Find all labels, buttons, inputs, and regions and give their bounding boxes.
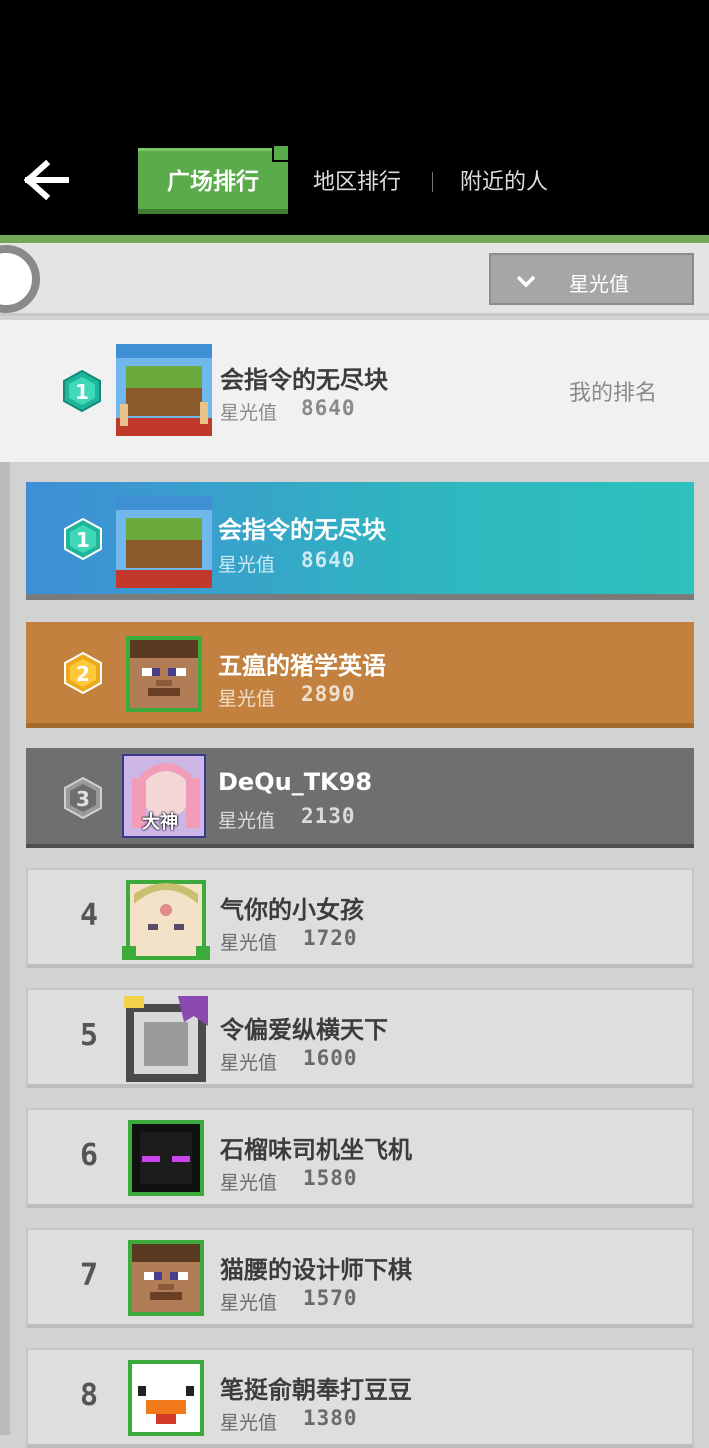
player-name: DeQu_TK98 bbox=[218, 768, 373, 796]
list-edge bbox=[0, 462, 10, 1435]
player-name: 五瘟的猪学英语 bbox=[218, 652, 386, 680]
avatar bbox=[116, 344, 212, 436]
avatar bbox=[128, 1120, 204, 1196]
avatar bbox=[128, 1240, 204, 1316]
my-rank-stat-label: 星光值 bbox=[220, 402, 278, 424]
stat-value: 8640 bbox=[301, 548, 356, 572]
my-rank-stat-value: 8640 bbox=[301, 396, 356, 420]
stat-value: 1570 bbox=[303, 1286, 358, 1310]
leaderboard-row-1[interactable]: 1 会指令的无尽块 星光值 8640 bbox=[26, 482, 694, 600]
rank-badge-3-icon: 3 bbox=[64, 776, 102, 820]
leaderboard-row-4[interactable]: 4 气你的小女孩 星光值 1720 bbox=[26, 868, 694, 968]
svg-text:1: 1 bbox=[75, 380, 89, 404]
tab-plaza-ranking[interactable]: 广场排行 bbox=[138, 144, 290, 214]
avatar bbox=[116, 496, 212, 588]
rank-number: 5 bbox=[80, 1018, 99, 1053]
avatar bbox=[128, 1360, 204, 1436]
stat-label: 星光值 bbox=[218, 688, 276, 710]
tab-nearby-people[interactable]: 附近的人 bbox=[460, 166, 548, 200]
stat-label: 星光值 bbox=[218, 554, 276, 576]
stat-label: 星光值 bbox=[220, 1412, 278, 1434]
back-arrow-icon[interactable] bbox=[24, 158, 70, 202]
avatar: 大神 bbox=[122, 754, 206, 838]
player-name: 石榴味司机坐飞机 bbox=[220, 1136, 412, 1164]
tab-label: 广场排行 bbox=[167, 168, 259, 195]
avatar bbox=[122, 880, 210, 960]
stat-label: 星光值 bbox=[220, 1052, 278, 1074]
tab-divider bbox=[432, 172, 433, 192]
leaderboard-row-6[interactable]: 6 石榴味司机坐飞机 星光值 1580 bbox=[26, 1108, 694, 1208]
avatar-badge-text: 大神 bbox=[142, 812, 178, 833]
player-name: 气你的小女孩 bbox=[220, 896, 364, 924]
avatar bbox=[124, 996, 208, 1082]
svg-text:1: 1 bbox=[76, 528, 90, 552]
svg-text:3: 3 bbox=[76, 787, 90, 811]
stat-label: 星光值 bbox=[220, 1172, 278, 1194]
stat-label: 星光值 bbox=[220, 932, 278, 954]
stat-value: 2130 bbox=[301, 804, 356, 828]
player-name: 笔挺俞朝奉打豆豆 bbox=[220, 1376, 412, 1404]
player-name: 会指令的无尽块 bbox=[218, 516, 386, 544]
sort-dropdown-value: 星光值 bbox=[569, 272, 629, 296]
tab-region-ranking[interactable]: 地区排行 bbox=[313, 166, 401, 200]
rank-number: 7 bbox=[80, 1258, 99, 1293]
rank-number: 4 bbox=[80, 898, 99, 933]
rank-badge-2-icon: 2 bbox=[64, 651, 102, 695]
rank-number: 8 bbox=[80, 1378, 99, 1413]
player-name: 令偏爱纵横天下 bbox=[220, 1016, 388, 1044]
stat-value: 2890 bbox=[301, 682, 356, 706]
stat-value: 1380 bbox=[303, 1406, 358, 1430]
header-divider bbox=[0, 235, 709, 243]
player-name: 猫腰的设计师下棋 bbox=[220, 1256, 412, 1284]
leaderboard-row-2[interactable]: 2 五瘟的猪学英语 星光值 2890 bbox=[26, 622, 694, 728]
rank-badge-1-icon: 1 bbox=[64, 517, 102, 561]
tab-corner-decoration bbox=[272, 144, 290, 162]
leaderboard-row-8[interactable]: 8 笔挺俞朝奉打豆豆 星光值 1380 bbox=[26, 1348, 694, 1448]
chevron-down-icon bbox=[516, 275, 536, 288]
side-circle-handle[interactable] bbox=[0, 245, 40, 313]
my-rank-label: 我的排名 bbox=[568, 381, 657, 406]
leaderboard-row-5[interactable]: 5 令偏爱纵横天下 星光值 1600 bbox=[26, 988, 694, 1088]
stat-value: 1720 bbox=[303, 926, 358, 950]
top-bar: 广场排行 地区排行 附近的人 bbox=[0, 0, 709, 236]
leaderboard-row-7[interactable]: 7 猫腰的设计师下棋 星光值 1570 bbox=[26, 1228, 694, 1328]
sort-dropdown[interactable]: 星光值 bbox=[489, 253, 694, 305]
my-rank-name: 会指令的无尽块 bbox=[220, 366, 388, 394]
stat-label: 星光值 bbox=[220, 1292, 278, 1314]
avatar bbox=[126, 636, 202, 712]
leaderboard-row-3[interactable]: 3 大神 DeQu_TK98 星光值 2130 bbox=[26, 748, 694, 848]
stat-label: 星光值 bbox=[218, 810, 276, 832]
stat-value: 1580 bbox=[303, 1166, 358, 1190]
rank-badge-1-icon: 1 bbox=[63, 369, 101, 413]
filter-bar: 星光值 bbox=[0, 243, 709, 316]
stat-value: 1600 bbox=[303, 1046, 358, 1070]
my-rank-row[interactable]: 1 会指令的无尽块 星光值 8640 我的排名 bbox=[0, 320, 709, 462]
rank-number: 6 bbox=[80, 1138, 99, 1173]
svg-text:2: 2 bbox=[76, 662, 90, 686]
